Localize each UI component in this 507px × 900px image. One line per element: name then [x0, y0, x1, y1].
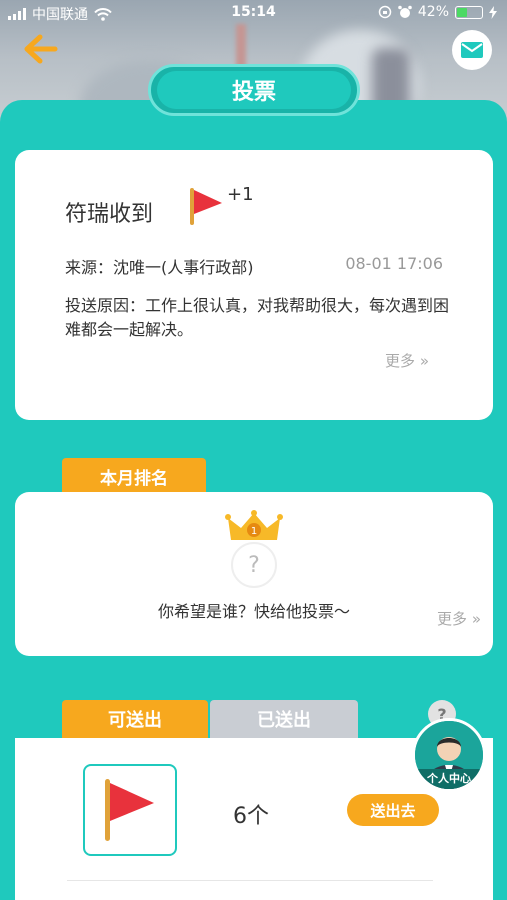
envelope-icon: [461, 42, 483, 58]
red-flag-icon: [190, 188, 222, 225]
flag-item-box: [83, 764, 177, 856]
status-bar: 中国联通 15:14 42%: [0, 0, 507, 26]
flag-count: 6个: [233, 804, 269, 829]
personal-center-label: 个人中心: [415, 769, 483, 789]
crown-icon: 1: [225, 510, 283, 540]
vote-plus-count: +1: [227, 184, 254, 205]
battery-percent: 42%: [417, 4, 449, 20]
vote-reason: 投送原因：工作上很认真，对我帮助很大，每次遇到困难都会一起解决。: [65, 296, 450, 339]
charging-icon: [489, 5, 497, 19]
tab-sendable[interactable]: 可送出: [62, 700, 208, 738]
page-title: 投票: [157, 71, 351, 109]
more-link[interactable]: 更多 »: [385, 350, 429, 371]
red-flag-icon: [105, 779, 154, 841]
rotation-lock-icon: [378, 5, 392, 19]
divider: [67, 880, 433, 881]
tab-sent[interactable]: 已送出: [210, 700, 358, 738]
send-button[interactable]: 送出去: [347, 794, 439, 826]
received-vote-card: 符瑞收到 +1 来源：沈唯一(人事行政部) 08-01 17:06 投送原因：工…: [15, 150, 493, 420]
alarm-icon: [398, 5, 412, 18]
ranking-hint: 你希望是谁？快给他投票～: [157, 602, 350, 621]
ranking-more-link[interactable]: 更多 »: [437, 608, 481, 629]
ranking-card: 1 ? 你希望是谁？快给他投票～ 更多 »: [15, 492, 493, 656]
monthly-ranking-tag: 本月排名: [62, 458, 206, 494]
back-arrow-icon[interactable]: [22, 34, 62, 66]
rank-number: 1: [251, 526, 257, 537]
rank-avatar-placeholder: ?: [231, 542, 277, 588]
mail-button[interactable]: [452, 30, 492, 70]
personal-center-button[interactable]: 个人中心: [412, 718, 486, 792]
vote-date: 08-01 17:06: [345, 254, 443, 273]
vote-source: 来源：沈唯一(人事行政部): [65, 258, 254, 277]
page-title-banner: 投票: [148, 64, 360, 116]
battery-icon: [455, 5, 483, 19]
recipient-label: 符瑞收到: [65, 202, 154, 227]
